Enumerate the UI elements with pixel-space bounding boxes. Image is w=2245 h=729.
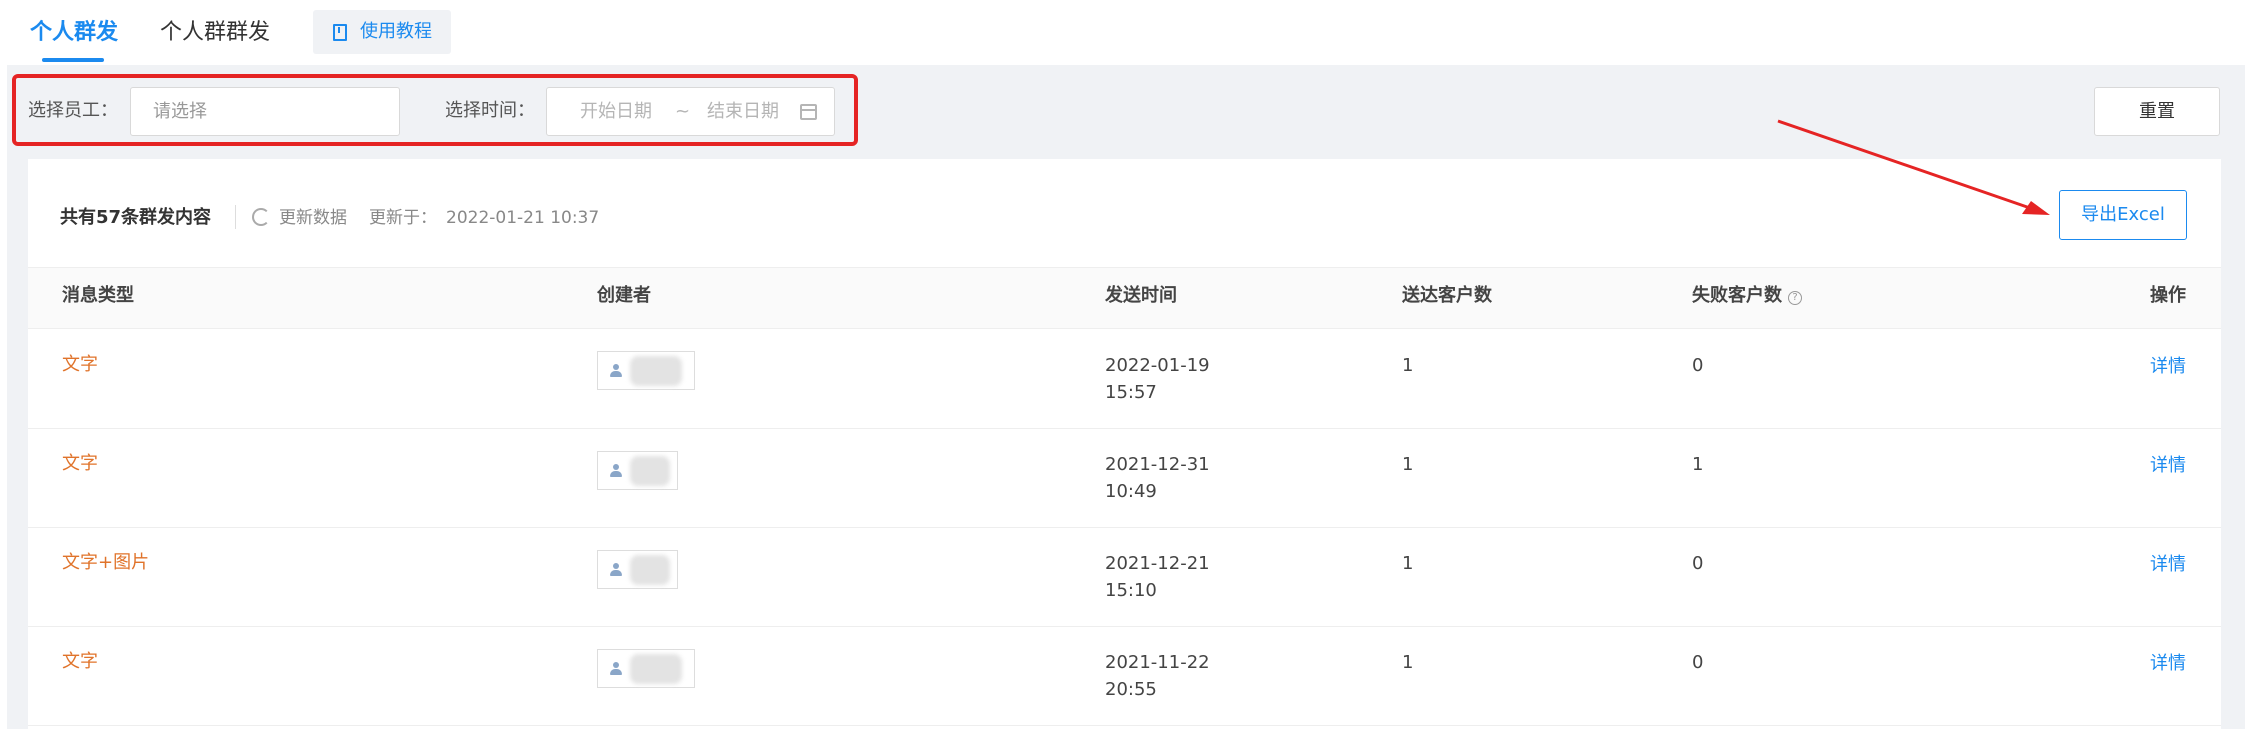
arrow-shaft [1777, 119, 2031, 210]
message-type: 文字+图片 [62, 552, 150, 573]
creator-tag [597, 649, 695, 688]
delivered-count: 1 [1402, 355, 1414, 376]
send-time: 15:57 [1105, 382, 1157, 403]
creator-tag [597, 451, 678, 490]
header-delivered: 送达客户数 [1402, 285, 1492, 306]
message-type: 文字 [62, 453, 98, 474]
header-failed-label: 失败客户数 [1692, 285, 1782, 306]
send-date: 2021-12-21 [1105, 553, 1210, 574]
header-action: 操作 [2150, 285, 2186, 306]
send-time: 15:10 [1105, 580, 1157, 601]
user-icon [610, 563, 622, 577]
delivered-count: 1 [1402, 553, 1414, 574]
message-type: 文字 [62, 651, 98, 672]
user-icon [610, 662, 622, 676]
header-failed: 失败客户数? [1692, 283, 1802, 309]
header-send-time: 发送时间 [1105, 285, 1177, 306]
detail-link[interactable]: 详情 [2150, 551, 2186, 578]
creator-name-blurred [630, 654, 682, 684]
failed-count: 0 [1692, 355, 1704, 376]
send-date: 2021-11-22 [1105, 652, 1210, 673]
send-time: 10:49 [1105, 481, 1157, 502]
failed-count: 1 [1692, 454, 1704, 475]
send-date: 2022-01-19 [1105, 355, 1210, 376]
header-creator: 创建者 [597, 285, 651, 306]
creator-name-blurred [630, 456, 670, 486]
creator-name-blurred [630, 356, 682, 386]
delivered-count: 1 [1402, 454, 1414, 475]
user-icon [610, 364, 622, 378]
question-icon[interactable]: ? [1788, 291, 1802, 305]
failed-count: 0 [1692, 652, 1704, 673]
creator-name-blurred [630, 555, 670, 585]
detail-link[interactable]: 详情 [2150, 353, 2186, 380]
detail-link[interactable]: 详情 [2150, 452, 2186, 479]
header-message-type: 消息类型 [62, 285, 134, 306]
arrow-head [2022, 201, 2050, 215]
message-type: 文字 [62, 354, 98, 375]
send-time: 20:55 [1105, 679, 1157, 700]
creator-tag [597, 550, 678, 589]
send-date: 2021-12-31 [1105, 454, 1210, 475]
detail-link[interactable]: 详情 [2150, 650, 2186, 677]
user-icon [610, 464, 622, 478]
delivered-count: 1 [1402, 652, 1414, 673]
creator-tag [597, 351, 695, 390]
failed-count: 0 [1692, 553, 1704, 574]
